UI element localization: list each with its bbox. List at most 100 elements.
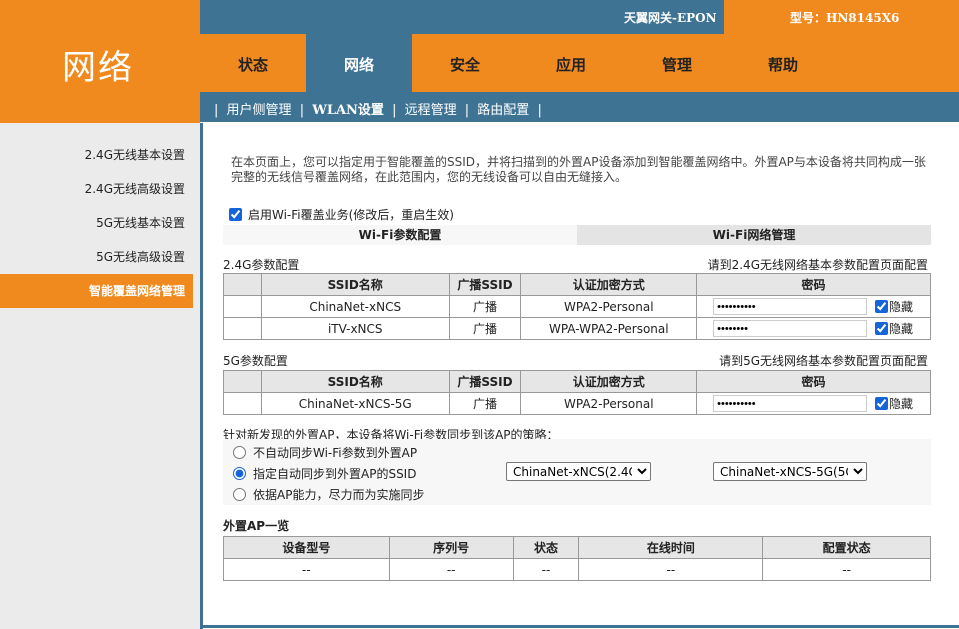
broadcast-cell: 广播 [448,392,522,415]
policy-option-label: 不自动同步Wi-Fi参数到外置AP [253,446,418,460]
table-row: iTV-xNCS 广播 WPA-WPA2-Personal 隐藏 [223,317,931,340]
table-header-row: SSID名称 广播SSID 认证加密方式 密码 [223,370,931,393]
policy-option-label: 依据AP能力，尽力而为实施同步 [253,488,425,502]
subnav-remote[interactable]: 远程管理 [405,103,457,118]
nav-tab-management[interactable]: 管理 [624,34,730,92]
hide-ssid-toggle[interactable]: 隐藏 [874,320,913,337]
policy-radio-no-sync[interactable] [233,446,246,459]
nav-tab-security[interactable]: 安全 [412,34,518,92]
model-box: 型号：HN8145X6 [724,0,959,34]
enable-wifi-coverage-label: 启用Wi-Fi覆盖业务(修改后，重启生效) [248,208,454,222]
hide-checkbox[interactable] [874,300,888,313]
hide-checkbox[interactable] [874,322,888,335]
policy-option-best-effort[interactable]: 依据AP能力，尽力而为实施同步 [233,486,424,503]
enable-wifi-coverage-checkbox[interactable] [229,208,242,221]
band5-table: SSID名称 广播SSID 认证加密方式 密码 ChinaNet-xNCS-5G… [223,370,931,415]
nav-tab-help[interactable]: 帮助 [730,34,836,92]
section-logo: 网络 [62,48,134,88]
table-header: 密码 [696,273,931,296]
hide-ssid-toggle[interactable]: 隐藏 [874,395,913,412]
table-header: 设备型号 [223,536,390,559]
table-row: ChinaNet-xNCS-5G 广播 WPA2-Personal 隐藏 [223,392,931,415]
intro-text: 在本页面上，您可以指定用于智能覆盖的SSID，并将扫描到的外置AP设备添加到智能… [231,155,926,184]
password-field[interactable] [713,298,868,315]
table-header: 配置状态 [762,536,931,559]
hide-checkbox[interactable] [874,397,888,410]
sidebar-item-smart-coverage[interactable]: 智能覆盖网络管理 [0,274,193,308]
password-cell: 隐藏 [696,295,931,318]
ap-list-title: 外置AP一览 [223,519,290,533]
band24-config-link[interactable]: 请到2.4G无线网络基本参数配置页面配置 [708,256,928,273]
table-header: 序列号 [388,536,514,559]
band24-label: 2.4G参数配置 [223,258,300,272]
table-row: -- -- -- -- -- [223,558,931,581]
tab-wifi-params[interactable]: Wi-Fi参数配置 [223,225,577,245]
tab-wifi-network-mgmt[interactable]: Wi-Fi网络管理 [577,225,931,245]
hide-label: 隐藏 [888,322,913,336]
ap-list-table: 设备型号 序列号 状态 在线时间 配置状态 -- -- -- -- -- [223,536,931,581]
sync-ssid-24g-select[interactable]: ChinaNet-xNCS(2.4G) [506,462,651,481]
table-cell: -- [223,558,390,581]
table-cell: -- [762,558,931,581]
subnav-separator: | [299,103,305,118]
model-label: 型号：HN8145X6 [790,11,900,25]
table-header: SSID名称 [260,273,450,296]
subnav-routing[interactable]: 路由配置 [477,103,529,118]
table-header-row: SSID名称 广播SSID 认证加密方式 密码 [223,273,931,296]
table-header [223,370,262,393]
product-name: 天翼网关-EPON [624,11,717,25]
subnav-wlan[interactable]: WLAN设置 [312,103,384,118]
broadcast-cell: 广播 [448,317,522,340]
table-header: 密码 [696,370,931,393]
table-row: ChinaNet-xNCS 广播 WPA2-Personal 隐藏 [223,295,931,318]
broadcast-cell: 广播 [448,295,522,318]
sub-nav: | 用户侧管理 | WLAN设置 | 远程管理 | 路由配置 | [200,92,959,122]
table-header [223,273,262,296]
auth-cell: WPA-WPA2-Personal [520,317,698,340]
password-field[interactable] [713,320,868,337]
table-header: 认证加密方式 [520,370,698,393]
subnav-user-side[interactable]: 用户侧管理 [227,103,292,118]
band5-config-link[interactable]: 请到5G无线网络基本参数配置页面配置 [719,352,928,369]
table-header: 广播SSID [448,370,522,393]
config-tabs: Wi-Fi参数配置 Wi-Fi网络管理 [223,225,931,245]
sync-ssid-5g-select[interactable]: ChinaNet-xNCS-5G(5G) [713,462,867,481]
nav-tab-status[interactable]: 状态 [200,34,306,92]
table-header: 认证加密方式 [520,273,698,296]
nav-tab-network[interactable]: 网络 [306,34,412,92]
main-content: 在本页面上，您可以指定用于智能覆盖的SSID，并将扫描到的外置AP设备添加到智能… [200,123,959,629]
subnav-separator: | [392,103,397,118]
sidebar-item-24g-advanced[interactable]: 2.4G无线高级设置 [0,172,193,206]
policy-radio-best-effort[interactable] [233,488,246,501]
sidebar-item-5g-advanced[interactable]: 5G无线高级设置 [0,240,193,274]
policy-radio-specify-ssid[interactable] [233,467,246,480]
hide-label: 隐藏 [888,300,913,314]
band5-label: 5G参数配置 [223,354,288,368]
bottom-divider [203,625,959,628]
ssid-cell: ChinaNet-xNCS [260,295,450,318]
subnav-separator: | [464,103,470,118]
auth-cell: WPA2-Personal [520,295,698,318]
hide-ssid-toggle[interactable]: 隐藏 [874,298,913,315]
band24-table: SSID名称 广播SSID 认证加密方式 密码 ChinaNet-xNCS 广播… [223,273,931,340]
ssid-cell: ChinaNet-xNCS-5G [260,392,450,415]
password-field[interactable] [713,395,868,412]
table-header: 状态 [512,536,580,559]
policy-option-no-sync[interactable]: 不自动同步Wi-Fi参数到外置AP [233,444,417,461]
password-cell: 隐藏 [696,392,931,415]
table-header: SSID名称 [260,370,450,393]
sync-policy-box: 不自动同步Wi-Fi参数到外置AP 指定自动同步到外置AP的SSID 依据AP能… [223,439,931,505]
sidebar-item-24g-basic[interactable]: 2.4G无线基本设置 [0,138,193,172]
table-header-row: 设备型号 序列号 状态 在线时间 配置状态 [223,536,931,559]
policy-option-specify-ssid[interactable]: 指定自动同步到外置AP的SSID [233,465,416,482]
table-cell: -- [512,558,580,581]
enable-wifi-coverage[interactable]: 启用Wi-Fi覆盖业务(修改后，重启生效) [229,206,454,223]
table-header: 广播SSID [448,273,522,296]
table-cell: -- [578,558,764,581]
nav-tab-application[interactable]: 应用 [518,34,624,92]
top-bar: 天翼网关-EPON 型号：HN8145X6 [200,0,959,34]
sidebar-item-5g-basic[interactable]: 5G无线基本设置 [0,206,193,240]
auth-cell: WPA2-Personal [520,392,698,415]
hide-label: 隐藏 [888,397,913,411]
subnav-separator: | [214,103,219,118]
